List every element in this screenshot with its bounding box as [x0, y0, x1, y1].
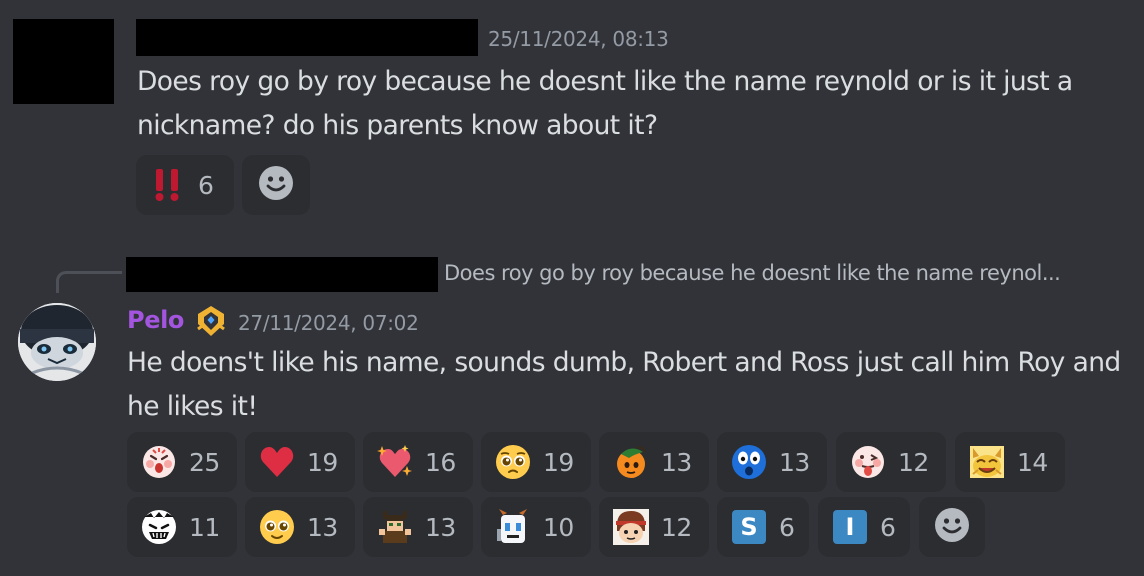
reaction-count: 25	[189, 447, 220, 477]
shocked-face-icon	[141, 444, 177, 480]
message-timestamp: 25/11/2024, 08:13	[488, 27, 669, 51]
reaction-sparkling-heart[interactable]: 16	[363, 432, 473, 492]
add-reaction-icon	[934, 507, 970, 547]
reaction-blue-shocked-face[interactable]: 13	[717, 432, 827, 492]
message-timestamp: 27/11/2024, 07:02	[238, 311, 419, 335]
add-reaction-button[interactable]	[919, 497, 985, 557]
sparkling-heart-icon	[377, 444, 413, 480]
reaction-yellow-cat-face[interactable]: 14	[955, 432, 1065, 492]
reaction-orange-character[interactable]: 13	[599, 432, 709, 492]
reaction-count: 12	[661, 512, 692, 542]
reaction-count: 19	[543, 447, 574, 477]
reaction-count: 10	[543, 512, 574, 542]
author-name[interactable]: Pelo	[127, 306, 184, 334]
reaction-count: 12	[898, 447, 929, 477]
message-content: Does roy go by roy because he doesnt lik…	[137, 66, 1073, 141]
reaction-white-grin-face[interactable]: 11	[127, 497, 237, 557]
reaction-shocked-face[interactable]: 25	[127, 432, 237, 492]
double-exclamation-icon	[150, 167, 186, 203]
reaction-count: 19	[307, 447, 338, 477]
add-reaction-icon	[258, 165, 294, 205]
reaction-count: 13	[779, 447, 810, 477]
red-heart-icon	[259, 444, 295, 480]
letter-i-icon: I	[832, 509, 868, 545]
reaction-count: 16	[425, 447, 456, 477]
reply-preview[interactable]: Does roy go by roy because he doesnt lik…	[444, 261, 1061, 285]
reaction-count: 13	[307, 512, 338, 542]
reaction-pixel-character[interactable]: 13	[363, 497, 473, 557]
yellow-cat-face-icon	[969, 444, 1005, 480]
brown-hair-character-icon	[613, 509, 649, 545]
reaction-count: 6	[880, 512, 896, 542]
tongue-face-icon	[850, 444, 886, 480]
add-reaction-button[interactable]	[242, 155, 310, 215]
reaction-tongue-face[interactable]: 12	[836, 432, 946, 492]
redacted-avatar[interactable]	[13, 19, 114, 104]
orange-character-icon	[613, 444, 649, 480]
avatar[interactable]	[18, 303, 96, 381]
role-badge-icon[interactable]	[193, 303, 229, 339]
reaction-count: 11	[189, 512, 220, 542]
pleading-face-icon	[259, 509, 295, 545]
reaction-count: 6	[779, 512, 795, 542]
reaction-count: 13	[661, 447, 692, 477]
message-content: He doens't like his name, sounds dumb, R…	[127, 347, 1121, 422]
reaction-pleading-face[interactable]: 19	[481, 432, 591, 492]
reaction-count: 14	[1017, 447, 1048, 477]
white-grin-face-icon	[141, 509, 177, 545]
reply-connector	[56, 271, 122, 293]
white-character-icon	[495, 509, 531, 545]
reaction-pleading-face-2[interactable]: 13	[245, 497, 355, 557]
reaction-letter-i[interactable]: I 6	[818, 497, 910, 557]
redacted-username[interactable]	[136, 19, 478, 56]
reaction-white-character[interactable]: 10	[481, 497, 591, 557]
reaction-double-exclamation[interactable]: 6	[136, 155, 234, 215]
pleading-face-icon	[495, 444, 531, 480]
letter-s-icon: S	[731, 509, 767, 545]
blue-shocked-face-icon	[731, 444, 767, 480]
reaction-count: 6	[198, 170, 214, 200]
reaction-brown-hair-character[interactable]: 12	[599, 497, 709, 557]
redacted-reply-username[interactable]	[126, 257, 438, 292]
pixel-character-icon	[377, 509, 413, 545]
reaction-count: 13	[425, 512, 456, 542]
reaction-red-heart[interactable]: 19	[245, 432, 355, 492]
reaction-letter-s[interactable]: S 6	[717, 497, 809, 557]
